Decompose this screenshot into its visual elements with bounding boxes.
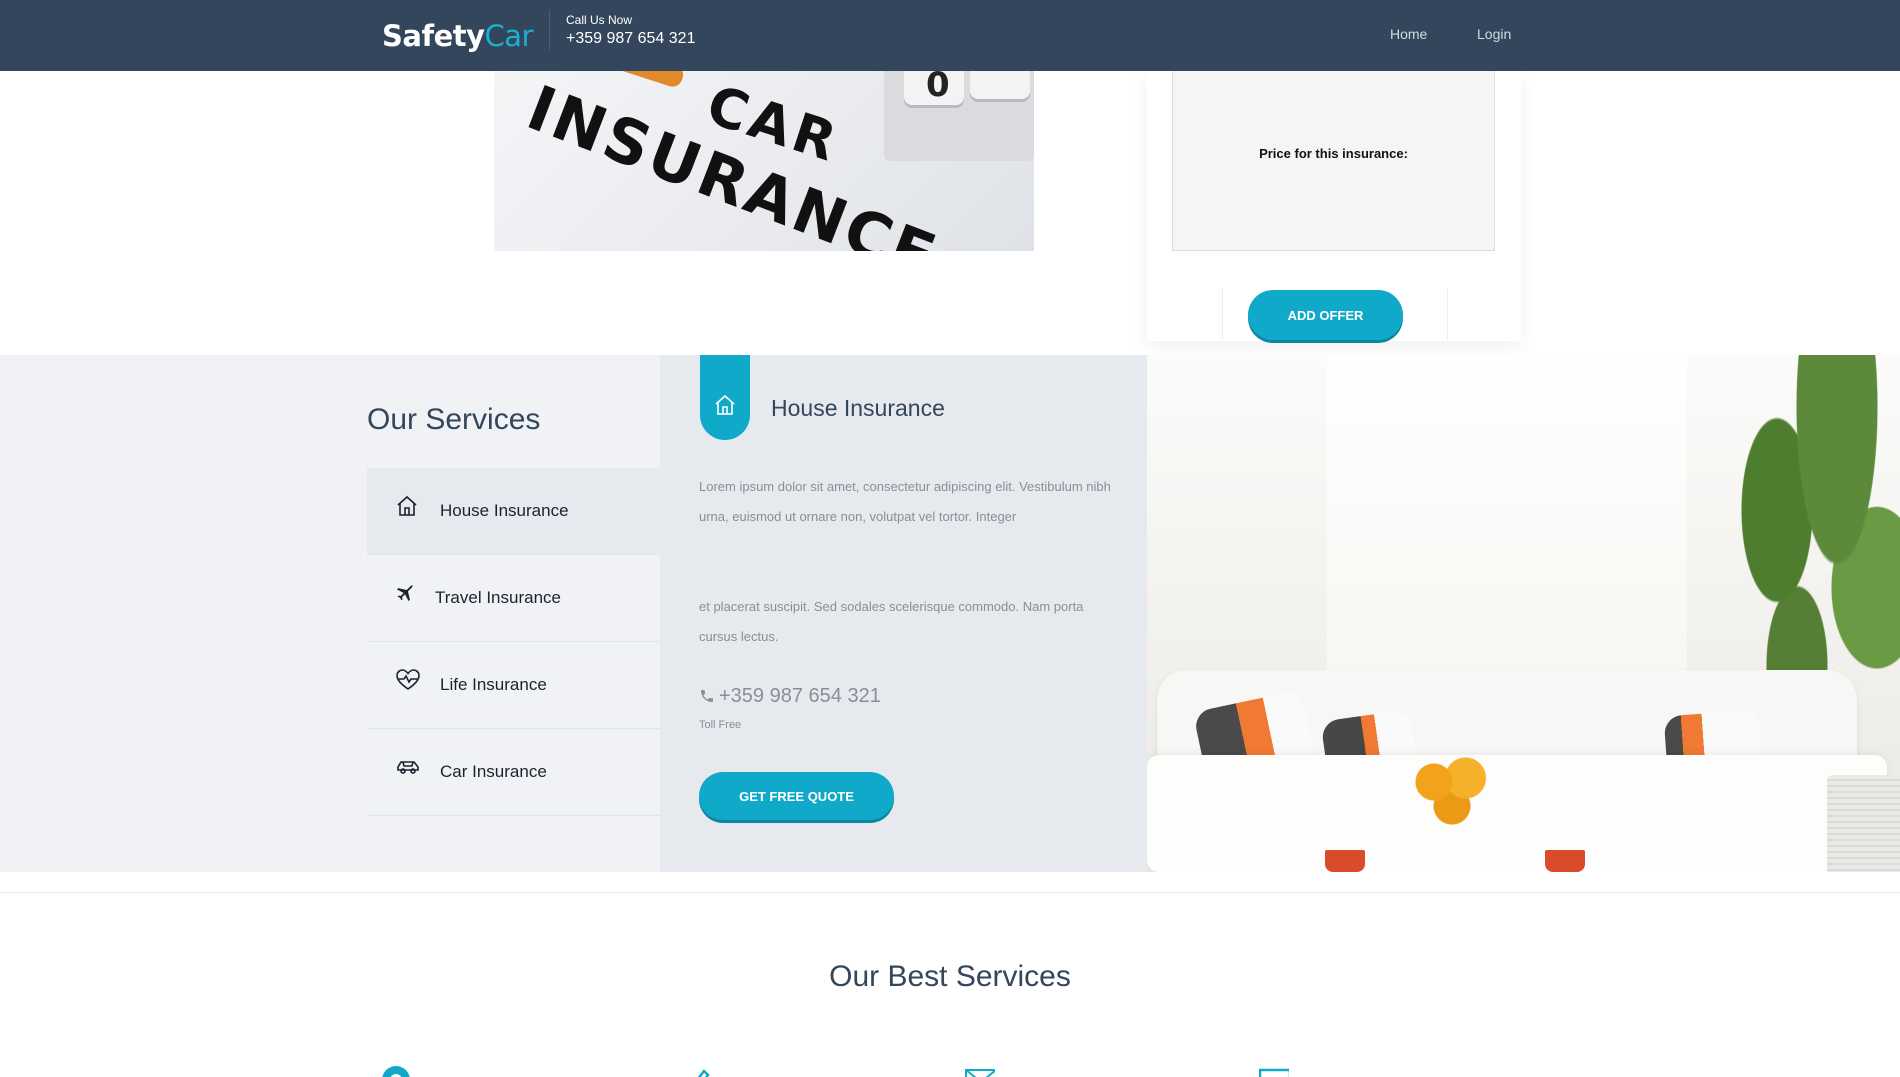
room-flowers bbox=[1407, 750, 1497, 830]
image-calc-key: 0 bbox=[904, 71, 964, 105]
get-free-quote-button[interactable]: GET FREE QUOTE bbox=[699, 772, 894, 820]
services-section: Our Services House Insurance Travel Insu… bbox=[0, 355, 1900, 872]
phone-icon bbox=[701, 690, 713, 702]
image-calc-zero: 0 bbox=[926, 71, 950, 105]
image-calc-key bbox=[970, 71, 1030, 99]
call-us-label: Call Us Now bbox=[566, 13, 633, 27]
room-cup bbox=[1545, 850, 1585, 872]
price-separator-right bbox=[1447, 289, 1448, 339]
service-detail-title: House Insurance bbox=[771, 395, 945, 421]
service-item-life[interactable]: Life Insurance bbox=[367, 642, 660, 729]
price-separator-left bbox=[1222, 289, 1223, 339]
car-icon bbox=[395, 755, 419, 779]
service-item-label: Life Insurance bbox=[440, 675, 547, 694]
logo[interactable]: SafetyCar bbox=[382, 19, 533, 53]
service-phone-number: +359 987 654 321 bbox=[719, 685, 881, 707]
envelope-icon bbox=[965, 1065, 995, 1077]
services-list: House Insurance Travel Insurance Life In… bbox=[367, 468, 660, 816]
nav-home-link[interactable]: Home bbox=[1390, 26, 1427, 42]
service-detail-paragraph: et placerat suscipit. Sed sodales sceler… bbox=[699, 599, 1084, 644]
service-item-label: Car Insurance bbox=[440, 762, 547, 781]
money-icon bbox=[1259, 1065, 1289, 1077]
add-offer-button[interactable]: ADD OFFER bbox=[1248, 290, 1403, 340]
price-label: Price for this insurance: bbox=[1259, 146, 1408, 161]
house-icon bbox=[395, 494, 419, 518]
service-item-house[interactable]: House Insurance bbox=[367, 468, 660, 555]
price-card: Price for this insurance: ADD OFFER bbox=[1147, 71, 1521, 341]
service-detail-paragraph: Lorem ipsum dolor sit amet, consectetur … bbox=[699, 479, 1111, 524]
header-divider bbox=[549, 10, 550, 50]
pencil-icon bbox=[684, 1065, 714, 1077]
living-room-image bbox=[1147, 355, 1900, 872]
service-item-label: Travel Insurance bbox=[435, 588, 561, 607]
service-item-label: House Insurance bbox=[440, 501, 569, 520]
car-insurance-image: 0 CAR INSURANCE bbox=[494, 71, 1034, 251]
header-phone: +359 987 654 321 bbox=[566, 30, 696, 47]
service-item-travel[interactable]: Travel Insurance bbox=[367, 555, 660, 642]
best-services-title: Our Best Services bbox=[829, 960, 1071, 993]
image-orange-object bbox=[612, 71, 686, 90]
service-detail-tab bbox=[700, 355, 750, 440]
airplane-icon bbox=[395, 581, 419, 605]
room-pot bbox=[1827, 775, 1900, 872]
price-box: Price for this insurance: bbox=[1172, 71, 1495, 251]
image-calculator: 0 bbox=[884, 71, 1034, 161]
heartbeat-icon bbox=[395, 668, 420, 692]
service-detail-panel: House Insurance Lorem ipsum dolor sit am… bbox=[660, 355, 1147, 872]
top-header: SafetyCar Call Us Now +359 987 654 321 H… bbox=[0, 0, 1900, 71]
house-icon bbox=[715, 394, 735, 415]
room-window bbox=[1327, 355, 1687, 685]
nav-login-link[interactable]: Login bbox=[1477, 26, 1511, 42]
logo-car: Car bbox=[484, 19, 534, 53]
service-item-car[interactable]: Car Insurance bbox=[367, 729, 660, 816]
section-divider bbox=[0, 892, 1900, 893]
room-cup bbox=[1325, 850, 1365, 872]
lifebuoy-icon bbox=[381, 1065, 411, 1077]
logo-safety: Safety bbox=[382, 19, 485, 53]
services-title: Our Services bbox=[367, 403, 541, 436]
room-sofa-seat bbox=[1147, 755, 1887, 872]
toll-free-label: Toll Free bbox=[699, 719, 742, 731]
service-phone: +359 987 654 321 bbox=[699, 685, 881, 708]
